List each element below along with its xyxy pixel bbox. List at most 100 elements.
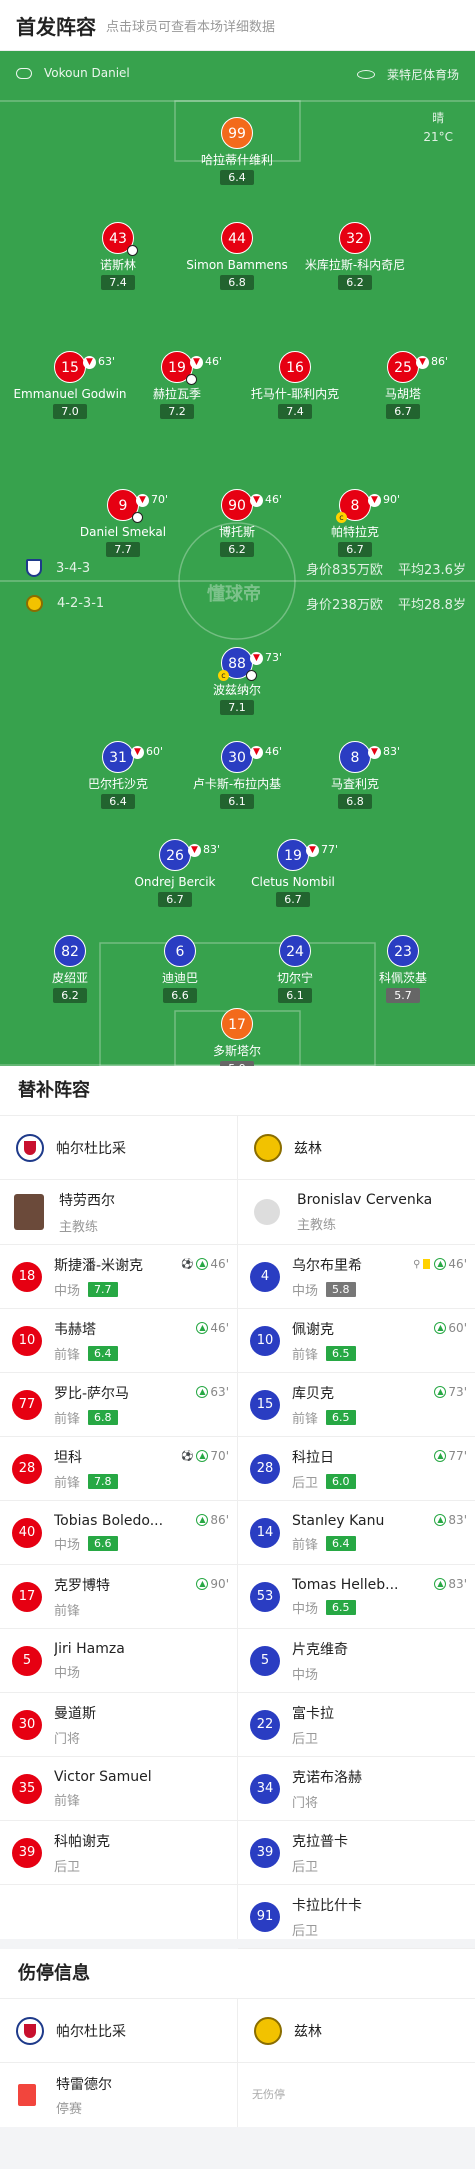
home-sub-row[interactable]: 77 罗比-萨尔马 前锋 6.8 ▲ 63' (0, 1373, 237, 1437)
player-number: 19 ▼ 46' (161, 351, 222, 385)
player-name: 诺斯林 (99, 258, 136, 272)
sub-out-icon: ▼ (250, 493, 263, 507)
away-player-2[interactable]: 30 ▼ 46' 卢卡斯-布拉内基 6.1 (172, 741, 302, 809)
sub-rating: 7.7 (88, 1281, 118, 1297)
home-sub-row[interactable]: 35 Victor Samuel 前锋 (0, 1757, 237, 1821)
weather-text: 晴 (432, 111, 445, 125)
home-player-10[interactable]: 8 ▼ 90' c 帕特拉克 6.7 (290, 489, 420, 557)
sub-rating: 6.8 (88, 1409, 118, 1425)
sub-in-icon: ▲ (434, 1450, 447, 1462)
substitution-marker: ▼ 46' (250, 484, 282, 516)
away-sub-row[interactable]: 53 Tomas Helleb... 中场 6.5 ▲ 83' (238, 1565, 475, 1629)
sub-name: 富卡拉 (292, 1705, 334, 1722)
away-team-header[interactable]: 兹林 (238, 1117, 475, 1180)
away-sub-row[interactable]: 28 科拉日 后卫 6.0 ▲ 77' (238, 1437, 475, 1501)
sub-number: 53 (250, 1581, 280, 1612)
away-sub-row[interactable]: 91 卡拉比什卡 后卫 (238, 1885, 475, 1949)
home-player-1[interactable]: 43 诺斯林 7.4 (53, 222, 183, 290)
home-coach-row[interactable]: 特劳西尔 主教练 (0, 1180, 237, 1245)
lineup-header: 首发阵容 点击球员可查看本场详细数据 (0, 0, 475, 51)
away-sub-row[interactable]: 15 库贝克 前锋 6.5 ▲ 73' (238, 1373, 475, 1437)
away-coach-row[interactable]: Bronislav Cervenka 主教练 (238, 1180, 475, 1245)
home-player-0[interactable]: 99 哈拉蒂什维利 6.4 (172, 117, 302, 185)
sub-position: 前锋 (54, 1347, 81, 1363)
away-sub-row[interactable]: 14 Stanley Kanu 前锋 6.4 ▲ 83' (238, 1501, 475, 1565)
player-number: 82 (54, 935, 86, 967)
away-injury-team[interactable]: 兹林 (238, 2000, 475, 2063)
away-player-0[interactable]: 88 ▼ 73' c 波兹纳尔 7.1 (172, 647, 302, 715)
player-number: 99 (221, 117, 253, 149)
home-sub-row[interactable]: 5 Jiri Hamza 中场 (0, 1629, 237, 1693)
player-rating: 5.7 (386, 988, 420, 1003)
goal-ball-icon (127, 245, 138, 256)
goal-ball-icon (132, 512, 143, 523)
home-sub-row[interactable]: 30 曼道斯 门将 (0, 1693, 237, 1757)
away-sub-row[interactable]: 22 富卡拉 后卫 (238, 1693, 475, 1757)
player-name: 哈拉蒂什维利 (200, 153, 273, 167)
sub-out-icon: ▼ (416, 355, 429, 369)
substitution-marker: ▼ 46' (190, 346, 222, 378)
home-team-header[interactable]: 帕尔杜比采 (0, 1117, 237, 1180)
page-title: 首发阵容 (16, 14, 96, 39)
weather-info: 晴 21°C (423, 109, 453, 147)
home-player-7[interactable]: 25 ▼ 86' 马胡塔 6.7 (338, 351, 468, 419)
player-name: 马胡塔 (384, 387, 421, 401)
sub-in-minute: 83' (448, 1513, 467, 1527)
home-sub-row[interactable]: 10 韦赫塔 前锋 6.4 ▲ 46' (0, 1309, 237, 1373)
yellow-card-icon: c (336, 512, 347, 523)
sub-in-minute: 90' (210, 1577, 229, 1591)
player-rating: 6.2 (220, 542, 254, 557)
sub-number: 15 (250, 1389, 280, 1420)
home-injury-player[interactable]: 特雷德尔 停赛 (0, 2063, 237, 2127)
sub-minute: 86' (431, 355, 449, 368)
home-sub-row[interactable]: 28 坦科 前锋 7.8 ⚽ ▲ 70' (0, 1437, 237, 1501)
sub-out-icon: ▼ (131, 745, 144, 759)
away-player-10[interactable]: 17多斯塔尔5.9 (172, 1008, 302, 1066)
sub-name: 斯捷潘-米谢克 (54, 1257, 144, 1274)
away-sub-row[interactable]: 4 乌尔布里希 中场 5.8 ⚲ ▲ 46' (238, 1245, 475, 1309)
player-number: 88 ▼ 73' c (218, 647, 282, 681)
sub-event: ▲ 90' (196, 1577, 229, 1591)
away-sub-row[interactable]: 5 片克维奇 中场 (238, 1629, 475, 1693)
sub-event: ⚽ ▲ 46' (181, 1257, 229, 1271)
home-player-2[interactable]: 44 Simon Bammens 6.8 (172, 222, 302, 290)
sub-event: ▲ 73' (434, 1385, 467, 1399)
player-number: 6 (164, 935, 196, 967)
away-sub-row[interactable]: 10 佩谢克 前锋 6.5 ▲ 60' (238, 1309, 475, 1373)
away-player-3[interactable]: 8 ▼ 83' 马査利克 6.8 (290, 741, 420, 809)
player-rating: 6.7 (386, 404, 420, 419)
home-coach-name: 特劳西尔 (59, 1192, 115, 1209)
home-sub-row[interactable]: 18 斯捷潘-米谢克 中场 7.7 ⚽ ▲ 46' (0, 1245, 237, 1309)
sub-number: 18 (12, 1261, 42, 1292)
player-number: 17 (221, 1008, 253, 1040)
home-sub-row[interactable]: 39 科帕谢克 后卫 (0, 1821, 237, 1885)
away-player-1[interactable]: 31 ▼ 60' 巴尔托沙克 6.4 (53, 741, 183, 809)
sub-event: ⚽ ▲ 70' (181, 1449, 229, 1463)
referee-name: Vokoun Daniel (44, 66, 130, 80)
home-sub-row[interactable]: 17 克罗博特 前锋 ▲ 90' (0, 1565, 237, 1629)
away-sub-row[interactable]: 34 克诺布洛赫 门将 (238, 1757, 475, 1821)
away-player-5[interactable]: 19 ▼ 77' Cletus Nombil 6.7 (228, 839, 358, 907)
sub-in-icon: ▲ (196, 1386, 209, 1398)
away-player-9[interactable]: 23 科佩茨基 5.7 (338, 935, 468, 1003)
sub-position: 中场 (292, 1601, 319, 1617)
away-player-7[interactable]: 6 迪迪巴 6.6 (115, 935, 245, 1003)
home-player-8[interactable]: 9 ▼ 70' Daniel Smekal 7.7 (58, 489, 188, 557)
player-rating: 7.7 (106, 542, 140, 557)
sub-event: ▲ 86' (196, 1513, 229, 1527)
away-player-4[interactable]: 26 ▼ 83' Ondrej Bercik 6.7 (110, 839, 240, 907)
substitution-marker: ▼ 63' (83, 346, 115, 378)
sub-in-minute: 70' (210, 1449, 229, 1463)
home-injury-team[interactable]: 帕尔杜比采 (0, 2000, 237, 2063)
player-rating: 6.2 (53, 988, 87, 1003)
home-player-3[interactable]: 32 米库拉斯-科内奇尼 6.2 (290, 222, 420, 290)
home-player-9[interactable]: 90 ▼ 46' 博托斯 6.2 (172, 489, 302, 557)
away-sub-row[interactable]: 39 克拉普卡 后卫 (238, 1821, 475, 1885)
yellow-card-icon: c (218, 670, 229, 681)
substitution-marker: ▼ 70' (136, 484, 168, 516)
sub-number: 14 (250, 1517, 280, 1548)
sub-in-icon: ▲ (434, 1578, 447, 1590)
home-formation-row: 3-4-3 身价835万欧 平均23.6岁 (26, 559, 466, 578)
home-player-5[interactable]: 19 ▼ 46' 赫拉瓦季 7.2 (112, 351, 242, 419)
home-sub-row[interactable]: 40 Tobias Boledo... 中场 6.6 ▲ 86' (0, 1501, 237, 1565)
